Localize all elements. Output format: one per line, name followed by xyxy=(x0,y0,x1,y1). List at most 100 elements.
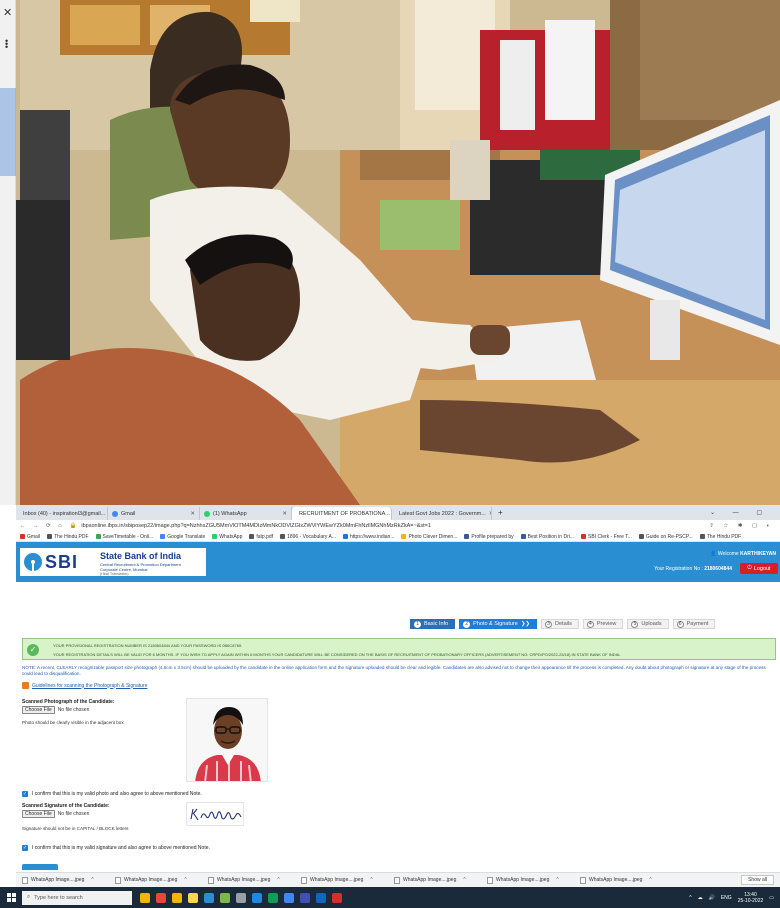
bookmark-item[interactable]: https://www.indian... xyxy=(342,534,394,540)
bookmark-item[interactable]: fatp.pdf xyxy=(249,534,273,540)
step-photo-signature[interactable]: 2 Photo & Signature ❯❯ xyxy=(459,619,538,629)
tab-gmail[interactable]: Gmail ✕ xyxy=(108,507,200,520)
step-number: 5 xyxy=(631,620,639,628)
browser-tools[interactable]: ⇪ ☆ ✱ ▢ ◐ xyxy=(709,523,780,529)
photo-confirm-checkbox-row[interactable]: ✓ I confirm that this is my valid photo … xyxy=(22,791,202,797)
windows-start-icon[interactable] xyxy=(0,887,22,908)
download-item[interactable]: WhatsApp Image....jpeg ^ xyxy=(16,876,109,884)
nav-buttons[interactable]: ← → ⟳ ⌂ xyxy=(20,523,65,529)
notification-icon[interactable]: ▭ xyxy=(769,895,774,901)
chevron-up-icon[interactable]: ^ xyxy=(277,877,279,883)
photo-file-input[interactable]: Choose File No file chosen xyxy=(22,706,89,714)
language-indicator[interactable]: ENG xyxy=(721,895,732,901)
signature-confirm-checkbox-row[interactable]: ✓ I confirm that this is my valid signat… xyxy=(22,845,210,851)
step-details[interactable]: 3 Details xyxy=(541,619,579,629)
bookmarks-bar: Gmail The Hindu PDF SaveTimetable - Onli… xyxy=(16,532,780,542)
download-item[interactable]: WhatsApp Image....jpeg ^ xyxy=(109,876,202,884)
signature-file-status: No file chosen xyxy=(57,811,90,817)
bookmark-item[interactable]: The Hindu PDF xyxy=(47,534,89,540)
chevron-up-icon[interactable]: ^ xyxy=(556,877,558,883)
logout-button[interactable]: ⏻ Logout xyxy=(740,563,778,574)
task-view-icon[interactable] xyxy=(204,892,214,903)
step-preview[interactable]: 4 Preview xyxy=(582,619,624,629)
step-label: Payment xyxy=(686,621,709,627)
bookmark-icon xyxy=(20,534,25,539)
url-input[interactable]: ibpsonline.ibps.in/sbiposep22/image.php?… xyxy=(81,523,704,529)
volume-icon[interactable]: 🔊 xyxy=(709,895,715,901)
photo-upload-label: Scanned Photograph of the Candidate: xyxy=(22,699,115,705)
bookmark-item[interactable]: Guide on Re-PSCP... xyxy=(638,534,693,540)
teams-icon[interactable] xyxy=(300,892,310,903)
taskbar-search-input[interactable]: ⌕ Type here to search xyxy=(22,890,132,905)
signature-file-input[interactable]: Choose File No file chosen xyxy=(22,810,89,818)
download-item[interactable]: WhatsApp Image....jpeg ^ xyxy=(388,876,481,884)
welcome-user-name: KARTHIKEYAN xyxy=(740,551,776,557)
bookmark-item[interactable]: Best Position in Dri... xyxy=(520,534,574,540)
bookmark-icon xyxy=(249,534,255,539)
choose-photo-button[interactable]: Choose File xyxy=(22,706,55,714)
acrobat-icon[interactable] xyxy=(332,892,342,903)
chevron-up-icon[interactable]: ^ xyxy=(184,877,186,883)
chevron-up-icon[interactable]: ^ xyxy=(370,877,372,883)
tab-recruitment[interactable]: RECRUITMENT OF PROBATIONA... ✕ xyxy=(292,507,392,520)
tab-inbox[interactable]: Inbox (40) - inspirationl3@gmail... ✕ xyxy=(16,507,108,520)
bookmark-label: Google Translate xyxy=(167,533,206,540)
emoji-icon[interactable] xyxy=(156,892,166,903)
left-panel-strip: ✕ • • • xyxy=(0,0,16,505)
step-payment[interactable]: 6 Payment xyxy=(672,619,716,629)
new-tab-button[interactable]: + xyxy=(492,508,509,517)
user-icon: 👤 xyxy=(710,551,717,557)
bookmark-label: Photo Clever Dimen... xyxy=(408,533,458,540)
bookmark-item[interactable]: Google Translate xyxy=(160,534,205,540)
download-item[interactable]: WhatsApp Image....jpeg ^ xyxy=(481,876,574,884)
bookmark-item[interactable]: Gmail xyxy=(20,534,40,540)
step-uploads[interactable]: 5 Uploads xyxy=(627,619,669,629)
choose-signature-button[interactable]: Choose File xyxy=(22,810,55,818)
bookmark-icon xyxy=(520,534,526,539)
excel-icon[interactable] xyxy=(268,892,278,903)
lock-icon: 🔒 xyxy=(69,523,77,529)
emoji-icon[interactable] xyxy=(172,892,182,903)
more-vertical-icon[interactable]: • • • xyxy=(5,37,8,52)
chevron-up-icon[interactable]: ^ xyxy=(649,877,651,883)
welcome-text: 👤 Welcome KARTHIKEYAN xyxy=(710,551,776,557)
tab-close-icon[interactable]: ✕ xyxy=(190,511,195,517)
tab-close-icon[interactable]: ✕ xyxy=(282,511,287,517)
download-item[interactable]: WhatsApp Image....jpeg ^ xyxy=(574,876,667,884)
chevron-up-icon[interactable]: ^ xyxy=(91,877,93,883)
close-icon[interactable]: ✕ xyxy=(3,6,12,19)
app-icon[interactable] xyxy=(236,892,246,903)
step-basic-info[interactable]: 1 Basic Info xyxy=(410,619,456,629)
chevron-up-icon[interactable]: ^ xyxy=(463,877,465,883)
download-item[interactable]: WhatsApp Image....jpeg ^ xyxy=(295,876,388,884)
bookmark-item[interactable]: SaveTimetable - Onli... xyxy=(95,534,153,540)
office-photo-illustration xyxy=(0,0,780,505)
download-item[interactable]: WhatsApp Image....jpeg ^ xyxy=(202,876,295,884)
window-controls[interactable]: ⌄ — ▢ xyxy=(710,509,780,516)
bookmark-item[interactable]: Photo Clever Dimen... xyxy=(401,534,457,540)
chrome-icon[interactable] xyxy=(284,892,294,903)
emoji-icon[interactable] xyxy=(140,892,150,903)
photo-confirm-checkbox[interactable]: ✓ xyxy=(22,791,28,797)
store-icon[interactable] xyxy=(220,892,230,903)
tray-arrow-icon[interactable]: ^ xyxy=(689,895,691,901)
bookmark-item[interactable]: 1896 - Vocabulary A... xyxy=(280,534,336,540)
bookmark-label: Gmail xyxy=(27,533,41,540)
signature-confirm-checkbox[interactable]: ✓ xyxy=(22,845,28,851)
bookmark-item[interactable]: WhatsApp xyxy=(212,534,242,540)
clock[interactable]: 13:40 25-10-2022 xyxy=(738,892,764,904)
word-icon[interactable] xyxy=(316,892,326,903)
bookmark-item[interactable]: Profile prepared by xyxy=(464,534,514,540)
guidelines-link[interactable]: Guidelines for scanning the Photograph &… xyxy=(22,682,147,689)
tab-whatsapp[interactable]: (1) WhatsApp ✕ xyxy=(200,507,292,520)
edge-icon[interactable] xyxy=(252,892,262,903)
bookmark-item[interactable]: The Hindu PDF xyxy=(699,534,741,540)
show-all-downloads-button[interactable]: Show all xyxy=(741,875,774,885)
network-icon[interactable]: ☁ xyxy=(698,895,703,901)
tab-govt-jobs[interactable]: Latest Govt Jobs 2022 : Governm... ✕ xyxy=(392,507,492,520)
next-button[interactable] xyxy=(22,864,58,870)
downloads-bar: WhatsApp Image....jpeg ^ WhatsApp Image..… xyxy=(16,872,780,887)
bookmark-item[interactable]: SBI Clerk - Free T... xyxy=(581,534,632,540)
file-explorer-icon[interactable] xyxy=(188,892,198,903)
bookmark-icon xyxy=(342,534,348,539)
